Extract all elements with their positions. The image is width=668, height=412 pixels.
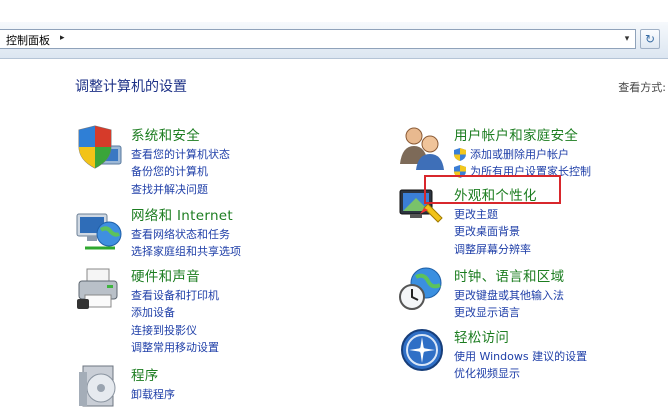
link-optimize-display[interactable]: 优化视频显示 [454,365,587,382]
breadcrumb-control-panel[interactable]: 控制面板 [6,32,50,48]
link-add-remove-accounts-label: 添加或删除用户帐户 [470,148,569,161]
category-title-clock[interactable]: 时钟、语言和区域 [454,265,564,285]
printer-icon [75,265,123,313]
link-add-remove-accounts[interactable]: 添加或删除用户帐户 [454,146,591,163]
category-programs: 程序 卸载程序 [75,364,335,407]
link-display-language[interactable]: 更改显示语言 [454,304,564,321]
category-title-access[interactable]: 轻松访问 [454,326,509,346]
clock-globe-icon [398,265,446,313]
category-title-users[interactable]: 用户帐户和家庭安全 [454,124,578,144]
category-user-accounts: 用户帐户和家庭安全 添加或删除用户帐户 为所有用户设置家长控制 [398,124,668,179]
link-change-theme[interactable]: 更改主题 [454,206,531,223]
link-network-status[interactable]: 查看网络状态和任务 [131,226,241,243]
category-network: 网络和 Internet 查看网络状态和任务 选择家庭组和共享选项 [75,204,335,260]
accessibility-icon [398,326,446,374]
link-backup-computer[interactable]: 备份您的计算机 [131,163,230,180]
link-keyboard-input[interactable]: 更改键盘或其他输入法 [454,287,564,304]
category-title-programs[interactable]: 程序 [131,364,159,384]
category-ease-of-access: 轻松访问 使用 Windows 建议的设置 优化视频显示 [398,326,668,380]
address-dropdown-icon[interactable]: ▾ [621,32,633,46]
link-mobility-settings[interactable]: 调整常用移动设置 [131,339,219,356]
link-screen-resolution[interactable]: 调整屏幕分辨率 [454,241,531,258]
network-globe-icon [75,204,123,252]
link-troubleshoot[interactable]: 查找并解决问题 [131,181,230,198]
view-by-label: 查看方式: [618,81,666,94]
breadcrumb-chevron-icon[interactable]: ▸ [60,33,65,43]
link-devices-printers[interactable]: 查看设备和打印机 [131,287,219,304]
link-homegroup-sharing[interactable]: 选择家庭组和共享选项 [131,243,241,260]
link-windows-recommended[interactable]: 使用 Windows 建议的设置 [454,348,587,365]
category-system-security: 系统和安全 查看您的计算机状态 备份您的计算机 查找并解决问题 [75,124,335,196]
link-uninstall-program[interactable]: 卸载程序 [131,386,175,403]
link-add-device[interactable]: 添加设备 [131,304,219,321]
address-field[interactable]: 控制面板 ▸ ▾ [0,29,636,49]
uac-shield-icon [454,148,466,161]
link-view-computer-status[interactable]: 查看您的计算机状态 [131,146,230,163]
category-hardware-sound: 硬件和声音 查看设备和打印机 添加设备 连接到投影仪 调整常用移动设置 [75,265,335,355]
users-icon [398,124,446,172]
link-connect-projector[interactable]: 连接到投影仪 [131,322,219,339]
category-title-hardware[interactable]: 硬件和声音 [131,265,200,285]
security-shield-icon [75,124,123,172]
category-title-system[interactable]: 系统和安全 [131,124,200,144]
category-clock-language: 时钟、语言和区域 更改键盘或其他输入法 更改显示语言 [398,265,668,319]
address-bar: 控制面板 ▸ ▾ ↻ [0,22,668,59]
highlight-box [424,175,561,204]
category-title-network[interactable]: 网络和 Internet [131,204,233,224]
link-desktop-background[interactable]: 更改桌面背景 [454,223,531,240]
refresh-button[interactable]: ↻ [640,29,660,49]
page-title: 调整计算机的设置 [75,79,187,95]
